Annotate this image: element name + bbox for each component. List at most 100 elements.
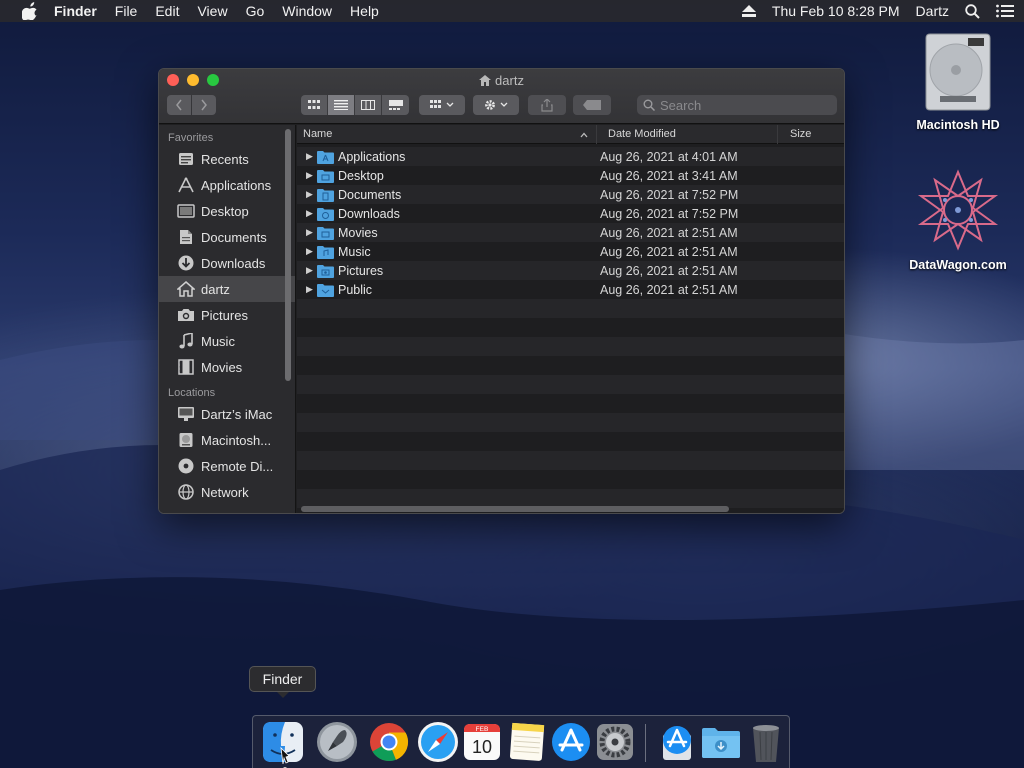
sidebar-item-network[interactable]: Network: [159, 479, 295, 505]
sidebar-item-applications[interactable]: Applications: [159, 172, 295, 198]
menu-user[interactable]: Dartz: [916, 3, 949, 19]
table-row[interactable]: ▶ Movies Aug 26, 2021 at 2:51 AM: [297, 223, 844, 242]
eject-icon[interactable]: [741, 5, 756, 17]
notification-center-icon[interactable]: [996, 4, 1014, 18]
sidebar-scrollbar[interactable]: [285, 129, 291, 381]
column-header-date[interactable]: Date Modified: [597, 125, 778, 144]
sidebar-item-movies[interactable]: Movies: [159, 354, 295, 380]
dock-notes[interactable]: [505, 720, 549, 764]
desktop-icon-datawagon[interactable]: DataWagon.com: [903, 168, 1013, 272]
table-row[interactable]: ▶ Public Aug 26, 2021 at 2:51 AM: [297, 280, 844, 299]
downloads-folder-icon: [702, 728, 740, 758]
dock-chrome[interactable]: [367, 720, 411, 764]
file-date: Aug 26, 2021 at 2:51 AM: [600, 282, 738, 297]
search-input[interactable]: [660, 97, 830, 113]
columns-icon: [361, 100, 375, 110]
folder-icon: [317, 188, 334, 202]
menu-help[interactable]: Help: [350, 3, 379, 19]
table-row[interactable]: ▶ Applications Aug 26, 2021 at 4:01 AM: [297, 147, 844, 166]
icon-view-button[interactable]: [301, 95, 328, 115]
action-menu-button[interactable]: [473, 95, 519, 115]
list-rows: ▶ Applications Aug 26, 2021 at 4:01 AM ▶…: [297, 144, 844, 508]
dock: FEB 10: [252, 715, 790, 768]
column-header-name[interactable]: Name: [297, 125, 597, 144]
sidebar-item-music[interactable]: Music: [159, 328, 295, 354]
sidebar-item-macintosh-hd[interactable]: Macintosh...: [159, 427, 295, 453]
menu-go[interactable]: Go: [246, 3, 265, 19]
spotlight-search-icon[interactable]: [965, 3, 980, 19]
window-toolbar: dartz: [159, 69, 844, 124]
search-field[interactable]: [637, 95, 837, 115]
sidebar-item-label: Movies: [201, 359, 243, 375]
window-title-text: dartz: [495, 73, 524, 88]
disclosure-triangle-icon[interactable]: ▶: [297, 208, 317, 219]
column-view-button[interactable]: [355, 95, 382, 115]
disclosure-triangle-icon[interactable]: ▶: [297, 151, 317, 162]
desktop-icon-macintosh-hd[interactable]: Macintosh HD: [903, 32, 1013, 132]
disclosure-triangle-icon[interactable]: ▶: [297, 227, 317, 238]
dock-app-store-downloads[interactable]: [655, 720, 699, 764]
disclosure-triangle-icon[interactable]: ▶: [297, 265, 317, 276]
sidebar-item-label: Applications: [201, 177, 272, 193]
documents-icon: [176, 228, 196, 246]
folder-icon: [317, 283, 334, 297]
empty-row: [297, 470, 844, 489]
sidebar-item-imac[interactable]: Dartz’s iMac: [159, 401, 295, 427]
dock-finder[interactable]: [261, 720, 305, 764]
share-button[interactable]: [528, 95, 566, 115]
table-row[interactable]: ▶ Music Aug 26, 2021 at 2:51 AM: [297, 242, 844, 261]
recents-icon: [176, 150, 196, 168]
disclosure-triangle-icon[interactable]: ▶: [297, 170, 317, 181]
horizontal-scrollbar[interactable]: [301, 506, 729, 512]
menu-window[interactable]: Window: [282, 3, 332, 19]
folder-icon: [317, 226, 334, 240]
file-name: Applications: [338, 149, 406, 164]
file-name: Documents: [338, 187, 402, 202]
tags-button[interactable]: [573, 95, 611, 115]
camera-icon: [176, 306, 196, 324]
sidebar-item-pictures[interactable]: Pictures: [159, 302, 295, 328]
forward-button[interactable]: [192, 95, 216, 115]
file-name: Downloads: [338, 206, 400, 221]
empty-row: [297, 337, 844, 356]
sidebar-item-desktop[interactable]: Desktop: [159, 198, 295, 224]
sidebar-item-downloads[interactable]: Downloads: [159, 250, 295, 276]
menu-file[interactable]: File: [115, 3, 138, 19]
file-name: Desktop: [338, 168, 384, 183]
sidebar-item-label: Dartz’s iMac: [201, 406, 273, 422]
menu-edit[interactable]: Edit: [155, 3, 179, 19]
dock-app-store[interactable]: [549, 720, 593, 764]
menu-view[interactable]: View: [197, 3, 227, 19]
menu-clock[interactable]: Thu Feb 10 8:28 PM: [772, 3, 900, 19]
disclosure-triangle-icon[interactable]: ▶: [297, 189, 317, 200]
trash-icon: [753, 725, 779, 762]
sidebar-item-label: Music: [201, 333, 235, 349]
table-row[interactable]: ▶ Pictures Aug 26, 2021 at 2:51 AM: [297, 261, 844, 280]
file-list: Name Date Modified Size ▶ Applications A…: [297, 125, 844, 513]
gallery-view-button[interactable]: [382, 95, 409, 115]
dock-launchpad[interactable]: [315, 720, 359, 764]
dock-system-preferences[interactable]: [593, 720, 637, 764]
group-by-button[interactable]: [419, 95, 465, 115]
list-view-button[interactable]: [328, 95, 355, 115]
apple-logo-icon[interactable]: [22, 2, 38, 20]
dock-calendar[interactable]: FEB 10: [460, 720, 504, 764]
back-button[interactable]: [167, 95, 191, 115]
dock-trash[interactable]: [744, 720, 788, 764]
column-header-size[interactable]: Size: [778, 125, 844, 144]
sidebar-item-remote-disc[interactable]: Remote Di...: [159, 453, 295, 479]
table-row[interactable]: ▶ Desktop Aug 26, 2021 at 3:41 AM: [297, 166, 844, 185]
sidebar-item-documents[interactable]: Documents: [159, 224, 295, 250]
home-icon: [479, 75, 492, 86]
sidebar-item-recents[interactable]: Recents: [159, 146, 295, 172]
table-row[interactable]: ▶ Downloads Aug 26, 2021 at 7:52 PM: [297, 204, 844, 223]
disclosure-triangle-icon[interactable]: ▶: [297, 284, 317, 295]
menu-finder[interactable]: Finder: [54, 3, 97, 19]
disclosure-triangle-icon[interactable]: ▶: [297, 246, 317, 257]
dock-downloads-folder[interactable]: [699, 720, 743, 764]
table-row[interactable]: ▶ Documents Aug 26, 2021 at 7:52 PM: [297, 185, 844, 204]
sidebar-item-dartz[interactable]: dartz: [159, 276, 295, 302]
folder-icon: [317, 207, 334, 221]
view-mode-selector: [301, 95, 409, 115]
dock-safari[interactable]: [416, 720, 460, 764]
